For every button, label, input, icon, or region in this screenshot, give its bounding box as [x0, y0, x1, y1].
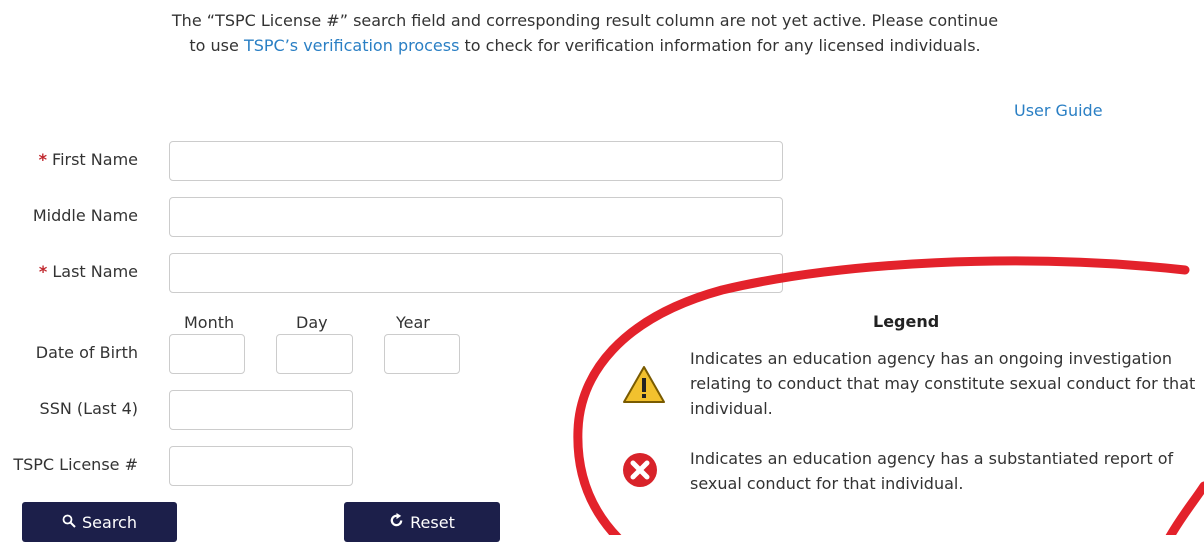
- dob-month-label: Month: [184, 313, 235, 332]
- last-name-input[interactable]: [169, 253, 783, 293]
- tspc-license-input[interactable]: [169, 446, 353, 486]
- dob-day-input[interactable]: [276, 334, 353, 374]
- magnifier-icon: [62, 513, 76, 532]
- middle-name-input[interactable]: [169, 197, 783, 237]
- refresh-icon: [389, 512, 404, 532]
- last-name-label-text: Last Name: [52, 262, 138, 281]
- reset-button[interactable]: Reset: [344, 502, 500, 542]
- legend-warning-text: Indicates an education agency has an ong…: [690, 349, 1196, 418]
- ssn-input[interactable]: [169, 390, 353, 430]
- user-guide-link[interactable]: User Guide: [1014, 101, 1103, 120]
- last-name-label: * Last Name: [20, 262, 138, 281]
- ssn-label: SSN (Last 4): [39, 399, 138, 418]
- warning-triangle-icon: [621, 364, 667, 410]
- dob-label: Date of Birth: [35, 343, 138, 362]
- dob-year-label: Year: [396, 313, 430, 332]
- required-marker: *: [38, 150, 47, 169]
- dob-month-input[interactable]: [169, 334, 245, 374]
- search-button-label: Search: [82, 512, 137, 532]
- legend-error-text: Indicates an education agency has a subs…: [690, 449, 1174, 493]
- middle-name-label: Middle Name: [32, 206, 138, 225]
- error-x-icon: [622, 452, 658, 492]
- notice-after: to check for verification information fo…: [459, 36, 981, 55]
- first-name-label-text: First Name: [52, 150, 138, 169]
- legend-title: Legend: [873, 312, 940, 331]
- notice-text: The “TSPC License #” search field and co…: [170, 8, 1000, 58]
- dob-year-input[interactable]: [384, 334, 460, 374]
- dob-day-label: Day: [296, 313, 328, 332]
- reset-button-label: Reset: [410, 512, 455, 532]
- verification-process-link[interactable]: TSPC’s verification process: [244, 36, 460, 55]
- first-name-input[interactable]: [169, 141, 783, 181]
- required-marker: *: [38, 262, 48, 281]
- tspc-license-label: TSPC License #: [13, 455, 138, 474]
- first-name-label: * First Name: [20, 150, 138, 169]
- search-button[interactable]: Search: [22, 502, 177, 542]
